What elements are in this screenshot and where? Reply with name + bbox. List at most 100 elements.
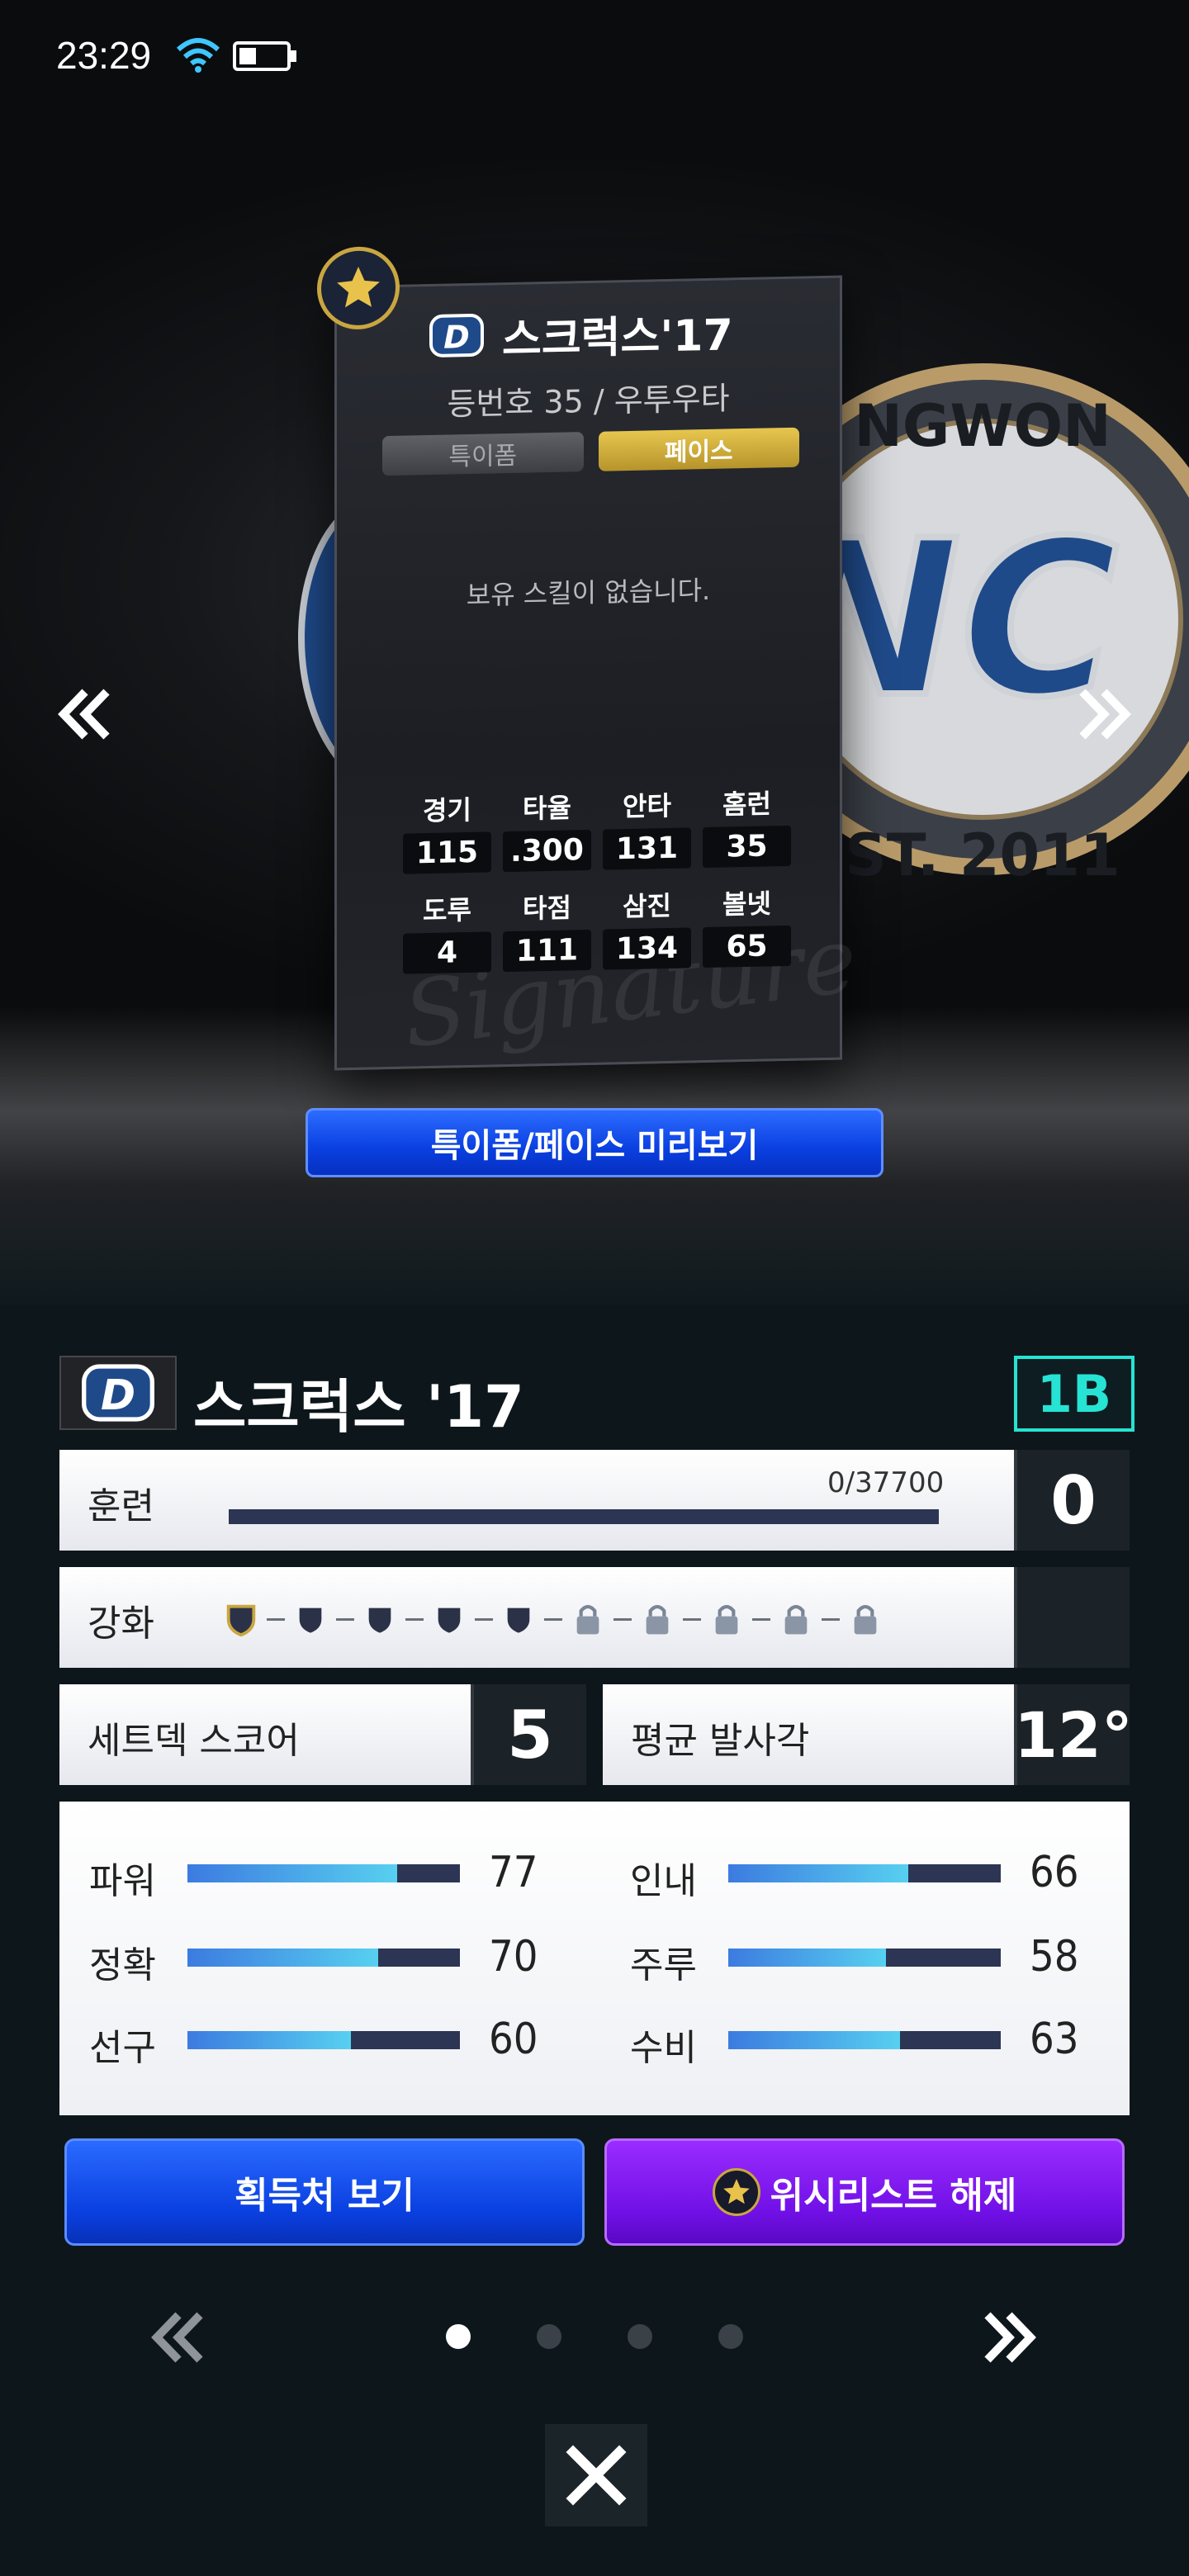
ability-patience: 인내 66 — [600, 1848, 1096, 1902]
team-logo-icon: D — [429, 313, 484, 358]
stat-value: 65 — [703, 925, 791, 968]
view-acquisition-button[interactable]: 획득처 보기 — [64, 2138, 585, 2246]
ability-bar — [728, 1949, 1001, 1967]
ability-bar — [187, 2031, 460, 2049]
no-skill-text: 보유 스킬이 없습니다. — [466, 574, 711, 612]
ability-bar-fill — [728, 2031, 900, 2049]
ability-label: 선구 — [89, 2027, 156, 2069]
training-level: 0 — [1014, 1450, 1130, 1551]
ability-label: 파워 — [89, 1860, 156, 1902]
ability-value: 70 — [489, 1932, 538, 1982]
ability-bar-fill — [187, 1864, 398, 1882]
battery-icon — [233, 41, 296, 71]
svg-text:NGWON: NGWON — [854, 392, 1111, 460]
ability-bar-fill — [728, 1949, 887, 1967]
stat-label: 안타 — [623, 789, 671, 823]
setdeck-label: 세트덱 스코어 — [88, 1720, 300, 1762]
enhance-label: 강화 — [88, 1603, 154, 1645]
card-subtitle: 등번호 35 / 우투우타 — [447, 380, 730, 423]
setdeck-score-row: 세트덱 스코어 — [59, 1684, 471, 1785]
ability-bar — [187, 1864, 460, 1882]
status-bar: 23:29 — [0, 0, 1189, 116]
ability-label: 정확 — [89, 1944, 156, 1986]
ability-label: 수비 — [630, 2027, 697, 2069]
stat-walks: 볼넷 65 — [703, 883, 791, 968]
star-icon — [712, 2168, 760, 2216]
preview-form-face-button[interactable]: 특이폼/페이스 미리보기 — [306, 1108, 883, 1177]
card-player-name: 스크럭스'17 — [502, 310, 733, 366]
remove-wishlist-button[interactable]: 위시리스트 해제 — [604, 2138, 1125, 2246]
enhance-level-box — [1014, 1567, 1130, 1668]
ability-defense: 수비 63 — [600, 2015, 1096, 2069]
lock-icon — [775, 1598, 817, 1640]
lock-icon — [706, 1598, 747, 1640]
ability-power: 파워 77 — [59, 1848, 555, 1902]
enhance-shield-icon — [290, 1598, 331, 1640]
close-icon — [566, 2445, 627, 2506]
enhance-shield-icon — [498, 1598, 539, 1640]
tab-special-form[interactable]: 특이폼 — [382, 432, 584, 476]
stat-value: 134 — [603, 927, 691, 970]
stat-hits: 안타 131 — [603, 784, 691, 870]
ability-value: 60 — [489, 2015, 538, 2064]
setdeck-score-value: 5 — [471, 1684, 586, 1785]
stat-label: 타점 — [523, 892, 571, 925]
hero-area: NGWON ST. 2011 NC D 스크럭스'17 등번호 35 / 우투우… — [0, 0, 1189, 1305]
svg-text:ST. 2011: ST. 2011 — [845, 822, 1120, 889]
player-header: D 스크럭스 '17 1B — [59, 1356, 1135, 1441]
page-dot[interactable] — [718, 2324, 743, 2349]
enhance-shield-icon — [359, 1598, 400, 1640]
ability-label: 인내 — [630, 1860, 697, 1902]
stat-label: 삼진 — [623, 889, 671, 923]
wifi-icon — [176, 38, 220, 73]
page-dot[interactable] — [628, 2324, 652, 2349]
ability-bar-fill — [187, 2031, 351, 2049]
remove-wishlist-label: 위시리스트 해제 — [770, 2175, 1017, 2217]
lock-icon — [567, 1598, 609, 1640]
stat-homeruns: 홈런 35 — [703, 783, 791, 869]
stat-value: 4 — [403, 931, 491, 974]
lock-icon — [845, 1598, 886, 1640]
launch-angle-label: 평균 발사각 — [631, 1720, 810, 1762]
star-badge-icon — [317, 245, 400, 330]
prev-card-arrow-icon[interactable] — [45, 677, 120, 751]
ability-bar-fill — [728, 1864, 908, 1882]
ability-label: 주루 — [630, 1944, 697, 1986]
status-time: 23:29 — [56, 34, 152, 77]
training-row[interactable]: 훈련 0/37700 — [59, 1450, 1014, 1551]
enhance-track — [220, 1598, 886, 1640]
position-badge: 1B — [1014, 1356, 1135, 1432]
stat-avg: 타율 .300 — [503, 787, 591, 873]
stat-games: 경기 115 — [403, 788, 491, 874]
page-dot[interactable] — [537, 2324, 561, 2349]
next-card-arrow-icon[interactable] — [1069, 677, 1144, 751]
training-progress-bar — [229, 1509, 939, 1524]
launch-angle-value: 12° — [1014, 1684, 1133, 1785]
stat-rbi: 타점 111 — [503, 887, 591, 973]
enhance-row[interactable]: 강화 — [59, 1567, 1014, 1668]
ability-bar-fill — [187, 1949, 378, 1967]
tab-face[interactable]: 페이스 — [598, 427, 799, 471]
next-player-arrow-icon[interactable] — [974, 2300, 1049, 2375]
ability-value: 63 — [1030, 2015, 1079, 2064]
lock-icon — [637, 1598, 678, 1640]
stat-label: 타율 — [523, 792, 571, 825]
ability-value: 58 — [1030, 1932, 1079, 1982]
close-button[interactable] — [545, 2424, 647, 2526]
ability-eye: 선구 60 — [59, 2015, 555, 2069]
player-name: 스크럭스 '17 — [193, 1373, 524, 1441]
page-dot[interactable] — [446, 2324, 471, 2349]
stat-value: 111 — [503, 929, 591, 973]
player-card: D 스크럭스'17 등번호 35 / 우투우타 특이폼 페이스 보유 스킬이 없… — [317, 245, 861, 1071]
enhance-shield-icon — [429, 1598, 470, 1640]
enhance-shield-active-icon — [220, 1598, 262, 1640]
page-indicator — [446, 2320, 743, 2353]
launch-angle-row: 평균 발사각 — [603, 1684, 1014, 1785]
prev-player-arrow-icon[interactable] — [139, 2300, 213, 2375]
abilities-panel: 파워 77 정확 70 선구 60 인내 66 주루 58 수비 63 — [59, 1802, 1130, 2115]
card-tabs: 특이폼 페이스 — [382, 427, 799, 476]
team-logo-icon: D — [59, 1356, 177, 1430]
stat-label: 홈런 — [722, 788, 771, 821]
stat-label: 볼넷 — [722, 888, 771, 921]
svg-text:D: D — [443, 319, 470, 356]
